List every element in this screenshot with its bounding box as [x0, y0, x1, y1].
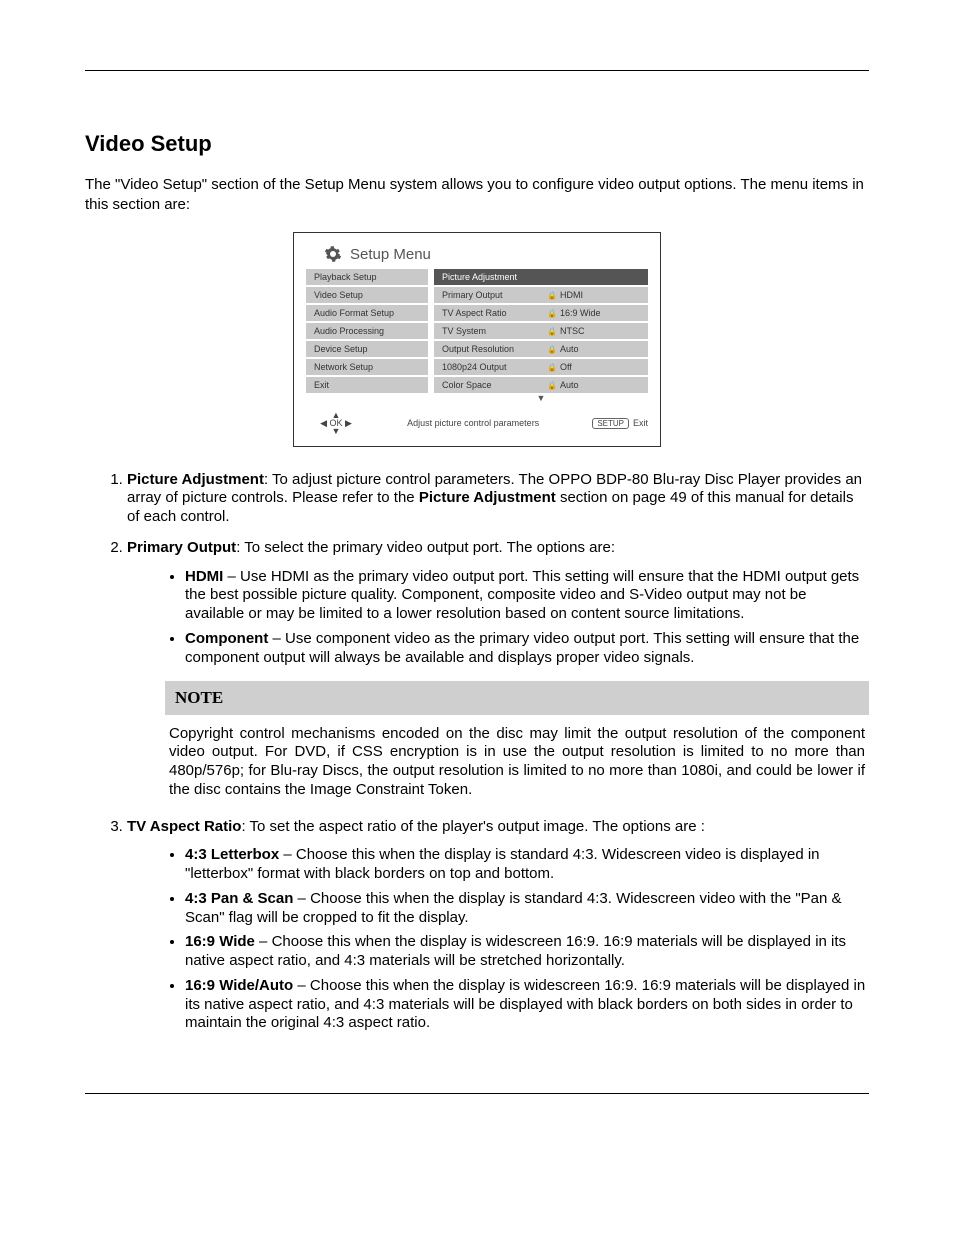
- osd-right-col: Picture Adjustment Primary Output🔒HDMI T…: [434, 269, 648, 401]
- osd-right-item: TV Aspect Ratio🔒16:9 Wide: [434, 305, 648, 321]
- osd-right-item: Picture Adjustment: [434, 269, 648, 285]
- osd-right-item: Output Resolution🔒Auto: [434, 341, 648, 357]
- list-item-1: Picture Adjustment: To adjust picture co…: [127, 471, 869, 527]
- sub-item: HDMI – Use HDMI as the primary video out…: [185, 568, 869, 624]
- osd-right-item: Color Space🔒Auto: [434, 377, 648, 393]
- osd-columns: Playback Setup Video Setup Audio Format …: [294, 269, 660, 407]
- item-desc: : To set the aspect ratio of the player'…: [241, 818, 704, 835]
- lock-icon: 🔒: [547, 327, 557, 336]
- osd-title: Setup Menu: [350, 246, 431, 263]
- item-desc: : To select the primary video output por…: [236, 539, 615, 556]
- sub-list: 4:3 Letterbox – Choose this when the dis…: [127, 846, 869, 1033]
- gear-icon: [324, 245, 342, 263]
- section-title: Video Setup: [85, 131, 869, 157]
- lock-icon: 🔒: [547, 363, 557, 372]
- list-item-3: TV Aspect Ratio: To set the aspect ratio…: [127, 818, 869, 1034]
- osd-left-item: Audio Format Setup: [306, 305, 428, 321]
- sub-item: 16:9 Wide/Auto – Choose this when the di…: [185, 977, 869, 1033]
- intro-text: The "Video Setup" section of the Setup M…: [85, 175, 869, 214]
- note-heading: NOTE: [165, 681, 869, 714]
- osd-left-item: Audio Processing: [306, 323, 428, 339]
- dpad-icon: ▲◀ OK ▶▼: [318, 411, 354, 435]
- osd-left-item: Device Setup: [306, 341, 428, 357]
- osd-right-item: Primary Output🔒HDMI: [434, 287, 648, 303]
- note-body: Copyright control mechanisms encoded on …: [165, 715, 869, 800]
- sub-item: Component – Use component video as the p…: [185, 630, 869, 668]
- osd-hint: Adjust picture control parameters: [354, 418, 592, 428]
- lock-icon: 🔒: [547, 309, 557, 318]
- osd-left-item: Video Setup: [306, 287, 428, 303]
- item-name: Primary Output: [127, 539, 236, 556]
- item-ref: Picture Adjustment: [419, 489, 556, 506]
- setup-button-label: SETUP: [592, 418, 629, 429]
- list-item-2: Primary Output: To select the primary vi…: [127, 539, 869, 800]
- sub-item: 4:3 Letterbox – Choose this when the dis…: [185, 846, 869, 884]
- sub-list: HDMI – Use HDMI as the primary video out…: [127, 568, 869, 668]
- numbered-list: Picture Adjustment: To adjust picture co…: [85, 471, 869, 1034]
- page: Video Setup The "Video Setup" section of…: [0, 0, 954, 1134]
- osd-exit: SETUP Exit: [592, 418, 648, 429]
- item-name: Picture Adjustment: [127, 471, 264, 488]
- note-box: NOTE Copyright control mechanisms encode…: [165, 681, 869, 799]
- osd-left-item: Network Setup: [306, 359, 428, 375]
- lock-icon: 🔒: [547, 345, 557, 354]
- sub-item: 4:3 Pan & Scan – Choose this when the di…: [185, 890, 869, 928]
- osd-left-item: Playback Setup: [306, 269, 428, 285]
- osd-left-col: Playback Setup Video Setup Audio Format …: [306, 269, 428, 401]
- exit-label: Exit: [633, 418, 648, 428]
- scroll-down-icon: ▼: [434, 395, 648, 401]
- lock-icon: 🔒: [547, 381, 557, 390]
- osd-left-item: Exit: [306, 377, 428, 393]
- sub-item: 16:9 Wide – Choose this when the display…: [185, 933, 869, 971]
- footer-rule: [85, 1093, 869, 1094]
- osd-right-item: 1080p24 Output🔒Off: [434, 359, 648, 375]
- osd-footer: ▲◀ OK ▶▼ Adjust picture control paramete…: [294, 407, 660, 445]
- item-name: TV Aspect Ratio: [127, 818, 241, 835]
- header-rule: [85, 70, 869, 71]
- osd-right-item: TV System🔒NTSC: [434, 323, 648, 339]
- lock-icon: 🔒: [547, 291, 557, 300]
- setup-menu-screenshot: Setup Menu Playback Setup Video Setup Au…: [293, 232, 661, 447]
- osd-title-row: Setup Menu: [294, 233, 660, 269]
